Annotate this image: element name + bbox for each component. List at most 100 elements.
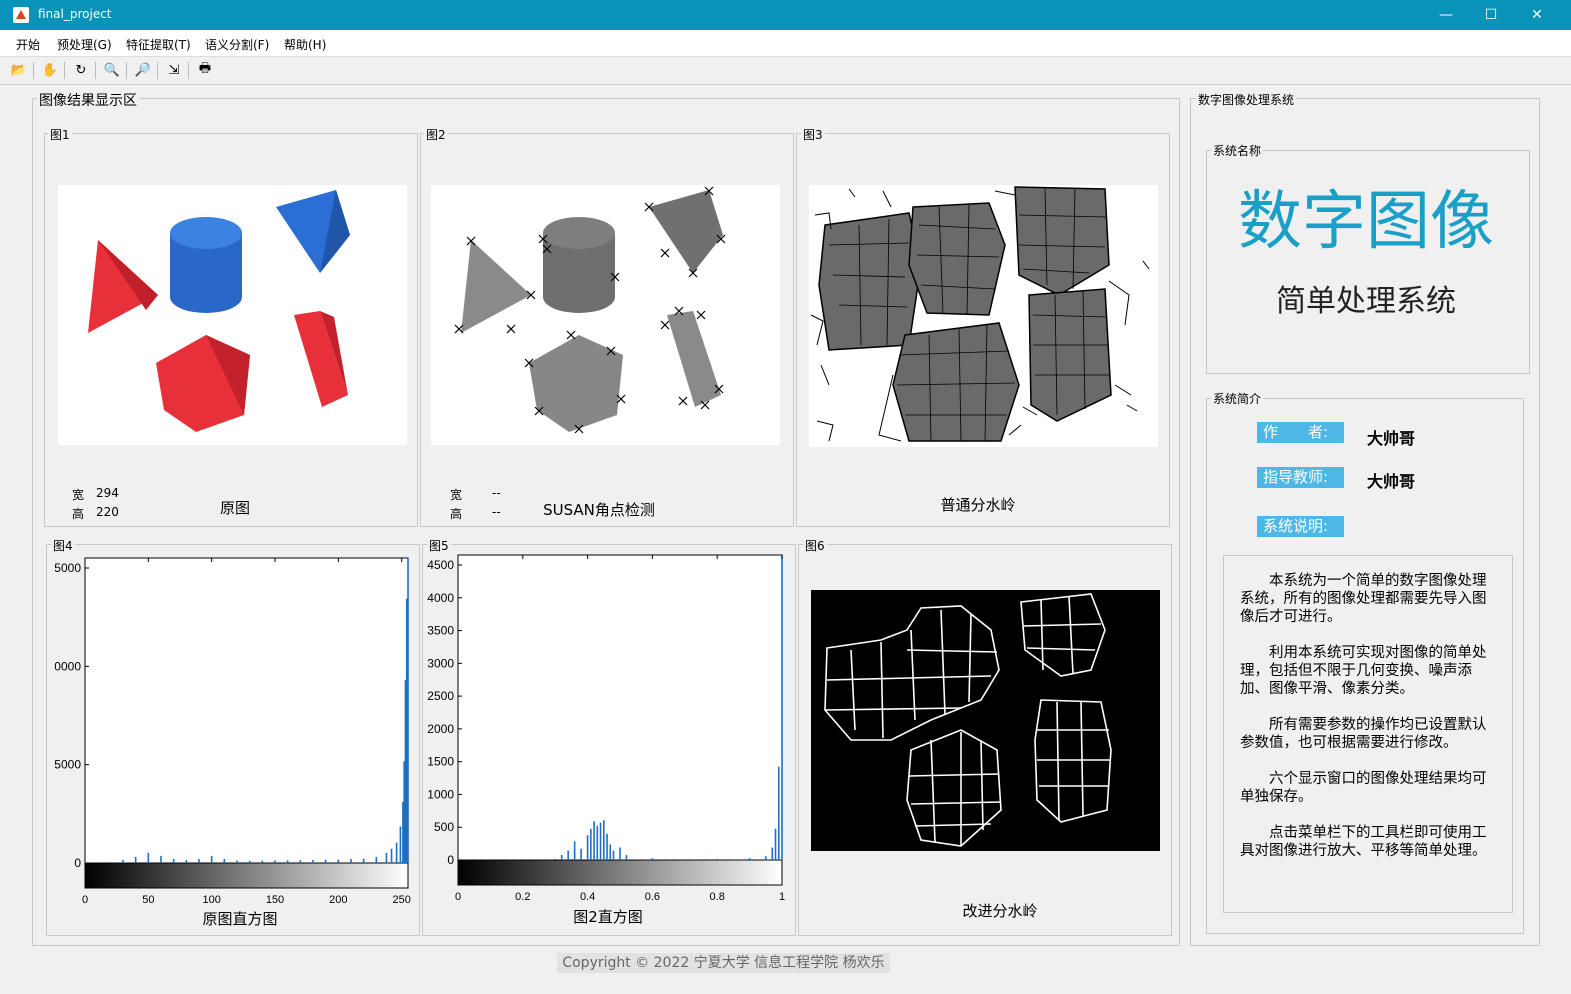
y-tick-label: 5000 bbox=[54, 758, 81, 772]
histogram-bar bbox=[286, 860, 289, 863]
x-tick-label: 50 bbox=[142, 894, 154, 906]
susan-corner-image[interactable] bbox=[431, 185, 780, 445]
x-tick-label: 100 bbox=[202, 894, 220, 906]
x-tick-label: 0.4 bbox=[580, 891, 595, 903]
menu-help[interactable]: 帮助(H) bbox=[284, 36, 326, 53]
print-icon[interactable]: 🖶 bbox=[195, 61, 215, 79]
data-cursor-icon[interactable]: ⇲ bbox=[164, 61, 184, 79]
histogram-bar bbox=[362, 858, 365, 863]
menu-start[interactable]: 开始 bbox=[16, 36, 40, 53]
menu-bar: 开始 预处理(G) 特征提取(T) 语义分割(F) 帮助(H) bbox=[0, 30, 1571, 57]
menu-feature-extraction[interactable]: 特征提取(T) bbox=[126, 36, 191, 53]
histogram-bar bbox=[236, 860, 238, 863]
toolbar-separator bbox=[33, 62, 34, 79]
histogram-bar bbox=[210, 855, 213, 863]
rotate-3d-icon[interactable]: ↻ bbox=[71, 61, 91, 79]
maximize-button[interactable]: ☐ bbox=[1469, 3, 1513, 27]
histogram-bar bbox=[573, 841, 576, 860]
advisor-label: 指导教师: bbox=[1257, 467, 1344, 488]
x-tick-label: 0 bbox=[455, 891, 461, 903]
histogram-bar bbox=[122, 859, 124, 863]
histogram-bar bbox=[567, 850, 569, 860]
fig2-height-label: 高 bbox=[450, 507, 463, 521]
improved-watershed-image[interactable] bbox=[811, 590, 1160, 851]
histogram-bar bbox=[781, 555, 783, 860]
histogram-bar bbox=[395, 842, 398, 863]
system-name-panel-title: 系统名称 bbox=[1211, 142, 1264, 159]
histogram-bar bbox=[375, 856, 378, 863]
fig2-caption: SUSAN角点检测 bbox=[543, 501, 655, 519]
histogram-bar bbox=[774, 828, 777, 860]
fig5-caption: 图2直方图 bbox=[573, 908, 643, 926]
toolbar-separator bbox=[126, 62, 127, 79]
histogram-bar bbox=[299, 860, 302, 863]
histogram-bar bbox=[606, 833, 608, 860]
fig2-height-value: -- bbox=[492, 505, 501, 519]
toolbar-separator bbox=[188, 62, 189, 79]
histogram-bar bbox=[134, 856, 137, 863]
histogram-bar bbox=[248, 860, 251, 863]
fig4-histogram[interactable]: 5000 0000 5000 0 0 50 100 150 200 250 bbox=[46, 550, 418, 910]
fig1-caption: 原图 bbox=[219, 499, 250, 517]
close-button[interactable]: ✕ bbox=[1515, 3, 1559, 27]
x-tick-label: 150 bbox=[266, 894, 284, 906]
histogram-bar bbox=[160, 855, 162, 863]
watershed-image[interactable] bbox=[809, 185, 1158, 447]
system-description: 本系统为一个简单的数字图像处理系统，所有的图像处理都需要先导入图像后才可进行。 … bbox=[1223, 555, 1513, 913]
x-tick-label: 0.6 bbox=[645, 891, 660, 903]
histogram-bar bbox=[185, 859, 188, 863]
fig1-width-label: 宽 bbox=[72, 488, 85, 502]
histogram-bar bbox=[172, 858, 175, 863]
histogram-bar bbox=[560, 855, 563, 860]
histogram-bar bbox=[771, 847, 774, 860]
histogram-bar bbox=[399, 826, 402, 863]
histogram-bar bbox=[586, 835, 589, 860]
fig6-caption: 改进分水岭 bbox=[962, 902, 1038, 920]
x-tick-label: 250 bbox=[392, 894, 410, 906]
fig6-label: 图6 bbox=[803, 537, 827, 554]
menu-preprocess[interactable]: 预处理(G) bbox=[57, 36, 112, 53]
minimize-button[interactable]: — bbox=[1424, 3, 1468, 27]
fig1-width-value: 294 bbox=[96, 486, 119, 500]
fig1-height-label: 高 bbox=[72, 507, 85, 521]
y-tick-label: 500 bbox=[434, 820, 454, 834]
open-folder-icon[interactable]: 📂 bbox=[9, 61, 29, 79]
x-tick-label: 0.8 bbox=[710, 891, 725, 903]
histogram-bar bbox=[651, 858, 654, 860]
description-label: 系统说明: bbox=[1257, 516, 1344, 537]
fig5-histogram[interactable]: 4500 4000 3500 3000 2500 2000 1500 1000 500 0 0 0.… bbox=[422, 550, 794, 910]
zoom-out-icon[interactable]: 🔎 bbox=[133, 61, 153, 79]
histogram-bar bbox=[324, 859, 327, 863]
description-paragraph: 本系统为一个简单的数字图像处理系统，所有的图像处理都需要先导入图像后才可进行。 bbox=[1240, 573, 1487, 625]
menu-semantic-segmentation[interactable]: 语义分割(F) bbox=[205, 36, 269, 53]
y-tick-label: 3000 bbox=[427, 656, 454, 670]
histogram-bar bbox=[590, 828, 592, 860]
fig3-caption: 普通分水岭 bbox=[940, 496, 1016, 514]
matlab-app-icon bbox=[13, 7, 29, 23]
y-tick-label: 2000 bbox=[427, 722, 454, 736]
histogram-bar bbox=[390, 848, 393, 863]
y-tick-label: 3500 bbox=[427, 624, 454, 638]
results-panel-title: 图像结果显示区 bbox=[37, 90, 139, 110]
histogram-bar bbox=[274, 860, 276, 863]
fig1-height-value: 220 bbox=[96, 505, 119, 519]
histogram-bar bbox=[312, 859, 314, 863]
histogram-bar bbox=[603, 820, 605, 860]
description-paragraph: 六个显示窗口的图像处理结果均可单独保存。 bbox=[1240, 771, 1487, 805]
original-image[interactable] bbox=[58, 185, 407, 445]
fig1-label: 图1 bbox=[48, 126, 72, 143]
histogram-bar bbox=[765, 856, 767, 860]
toolbar-separator bbox=[157, 62, 158, 79]
author-value: 大帅哥 bbox=[1367, 429, 1416, 448]
y-tick-label: 1500 bbox=[427, 755, 454, 769]
y-tick-label: 0000 bbox=[54, 659, 81, 673]
histogram-bar bbox=[593, 821, 595, 860]
pan-hand-icon[interactable]: ✋ bbox=[40, 61, 60, 79]
zoom-in-icon[interactable]: 🔍 bbox=[102, 61, 122, 79]
histogram-bar bbox=[609, 844, 612, 860]
histogram-bar bbox=[554, 858, 556, 860]
system-name-line1: 数字图像 bbox=[1238, 185, 1494, 259]
histogram-bar bbox=[596, 825, 599, 860]
description-paragraph: 所有需要参数的操作均已设置默认参数值，也可根据需要进行修改。 bbox=[1240, 717, 1487, 751]
system-name-line2: 简单处理系统 bbox=[1276, 284, 1456, 319]
